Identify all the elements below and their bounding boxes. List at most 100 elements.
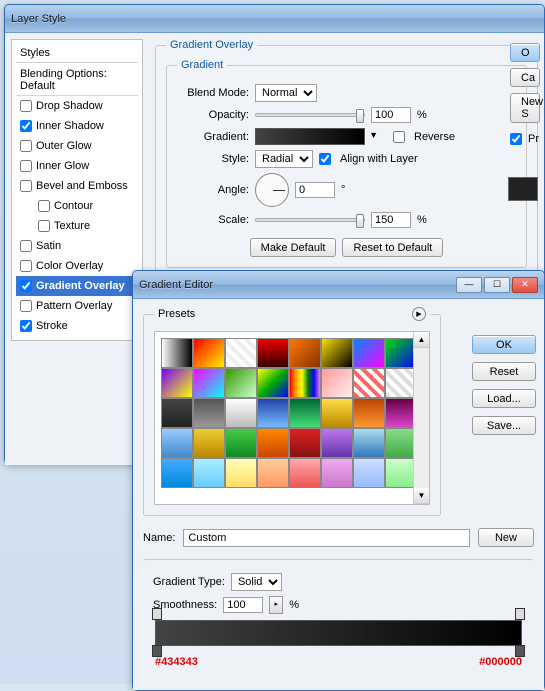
preset-swatch[interactable] [257, 368, 289, 398]
preset-swatch[interactable] [289, 338, 321, 368]
preset-swatch[interactable] [161, 368, 193, 398]
preset-swatch[interactable] [225, 368, 257, 398]
style-item-pattern-overlay[interactable]: Pattern Overlay [16, 296, 138, 316]
opacity-value[interactable]: 100 [371, 107, 411, 123]
opacity-stop-left[interactable] [152, 608, 162, 620]
scroll-up-icon[interactable]: ▲ [414, 332, 429, 348]
reverse-checkbox[interactable] [393, 131, 405, 143]
close-icon[interactable]: ✕ [512, 277, 538, 293]
preset-swatch[interactable] [161, 338, 193, 368]
style-checkbox[interactable] [20, 300, 32, 312]
style-checkbox[interactable] [20, 320, 32, 332]
smoothness-spinner[interactable]: ▸ [269, 596, 283, 614]
ge-ok-button[interactable]: OK [472, 335, 536, 354]
gradient-bar[interactable] [155, 620, 522, 646]
style-item-inner-glow[interactable]: Inner Glow [16, 156, 138, 176]
preset-swatch[interactable] [353, 398, 385, 428]
preset-swatch[interactable] [161, 458, 193, 488]
preset-swatch[interactable] [257, 398, 289, 428]
style-item-stroke[interactable]: Stroke [16, 316, 138, 336]
style-checkbox[interactable] [20, 160, 32, 172]
scale-value[interactable]: 150 [371, 212, 411, 228]
ge-load-button[interactable]: Load... [472, 389, 536, 408]
preset-swatch[interactable] [321, 368, 353, 398]
align-with-layer-checkbox[interactable] [319, 153, 331, 165]
preset-swatch[interactable] [289, 458, 321, 488]
preset-swatch[interactable] [161, 398, 193, 428]
style-checkbox[interactable] [38, 200, 50, 212]
preset-swatch[interactable] [257, 458, 289, 488]
color-stop-left[interactable] [152, 645, 162, 657]
style-checkbox[interactable] [38, 220, 50, 232]
preset-swatch[interactable] [225, 458, 257, 488]
angle-dial[interactable] [255, 173, 289, 207]
preset-swatch[interactable] [193, 428, 225, 458]
color-stop-right[interactable] [515, 645, 525, 657]
angle-value[interactable]: 0 [295, 182, 335, 198]
preset-swatch[interactable] [257, 428, 289, 458]
style-item-inner-shadow[interactable]: Inner Shadow [16, 116, 138, 136]
style-select[interactable]: Radial [255, 150, 313, 168]
style-item-color-overlay[interactable]: Color Overlay [16, 256, 138, 276]
scale-slider[interactable] [255, 218, 365, 222]
preset-swatch[interactable] [225, 338, 257, 368]
preset-swatch[interactable] [321, 428, 353, 458]
style-item-texture[interactable]: Texture [16, 216, 138, 236]
style-checkbox[interactable] [20, 140, 32, 152]
style-checkbox[interactable] [20, 100, 32, 112]
ge-save-button[interactable]: Save... [472, 416, 536, 435]
preset-swatch[interactable] [193, 338, 225, 368]
cancel-button[interactable]: Ca [510, 68, 540, 87]
preset-swatch[interactable] [289, 398, 321, 428]
preset-swatch[interactable] [225, 428, 257, 458]
opacity-stop-right[interactable] [515, 608, 525, 620]
gradient-swatch[interactable] [255, 128, 365, 145]
preset-swatch[interactable] [193, 458, 225, 488]
blend-mode-select[interactable]: Normal [255, 84, 317, 102]
style-item-bevel-and-emboss[interactable]: Bevel and Emboss [16, 176, 138, 196]
style-checkbox[interactable] [20, 260, 32, 272]
blending-options-default[interactable]: Blending Options: Default [16, 65, 138, 96]
make-default-button[interactable]: Make Default [250, 238, 337, 257]
opacity-slider[interactable] [255, 113, 365, 117]
presets-menu-icon[interactable]: ▶ [412, 307, 426, 321]
preset-swatch[interactable] [257, 338, 289, 368]
presets-scrollbar[interactable]: ▲ ▼ [413, 332, 429, 504]
ge-reset-button[interactable]: Reset [472, 362, 536, 381]
style-item-outer-glow[interactable]: Outer Glow [16, 136, 138, 156]
style-checkbox[interactable] [20, 120, 32, 132]
preset-swatch[interactable] [353, 428, 385, 458]
style-item-gradient-overlay[interactable]: Gradient Overlay [16, 276, 138, 296]
maximize-icon[interactable]: ☐ [484, 277, 510, 293]
new-button[interactable]: New [478, 528, 534, 547]
name-input[interactable] [183, 529, 470, 547]
preset-swatch[interactable] [193, 398, 225, 428]
style-checkbox[interactable] [20, 280, 32, 292]
preset-swatch[interactable] [289, 428, 321, 458]
reset-to-default-button[interactable]: Reset to Default [342, 238, 443, 257]
layer-style-titlebar[interactable]: Layer Style [5, 5, 544, 33]
preset-swatch[interactable] [353, 338, 385, 368]
style-item-satin[interactable]: Satin [16, 236, 138, 256]
preset-swatch[interactable] [225, 398, 257, 428]
preview-checkbox[interactable] [510, 133, 522, 145]
gradient-editor-titlebar[interactable]: Gradient Editor ― ☐ ✕ [133, 271, 544, 299]
style-item-contour[interactable]: Contour [16, 196, 138, 216]
minimize-icon[interactable]: ― [456, 277, 482, 293]
preset-swatch[interactable] [321, 338, 353, 368]
preset-swatch[interactable] [193, 368, 225, 398]
preset-swatch[interactable] [289, 368, 321, 398]
styles-header[interactable]: Styles [16, 44, 138, 63]
scroll-down-icon[interactable]: ▼ [414, 488, 429, 504]
preset-swatch[interactable] [321, 398, 353, 428]
preset-swatch[interactable] [353, 458, 385, 488]
style-checkbox[interactable] [20, 240, 32, 252]
ok-button[interactable]: O [510, 43, 540, 62]
preset-swatch[interactable] [321, 458, 353, 488]
style-checkbox[interactable] [20, 180, 32, 192]
preset-swatch[interactable] [353, 368, 385, 398]
gradient-type-select[interactable]: Solid [231, 573, 282, 591]
new-style-button[interactable]: New S [510, 93, 540, 123]
style-item-drop-shadow[interactable]: Drop Shadow [16, 96, 138, 116]
smoothness-value[interactable]: 100 [223, 597, 263, 613]
